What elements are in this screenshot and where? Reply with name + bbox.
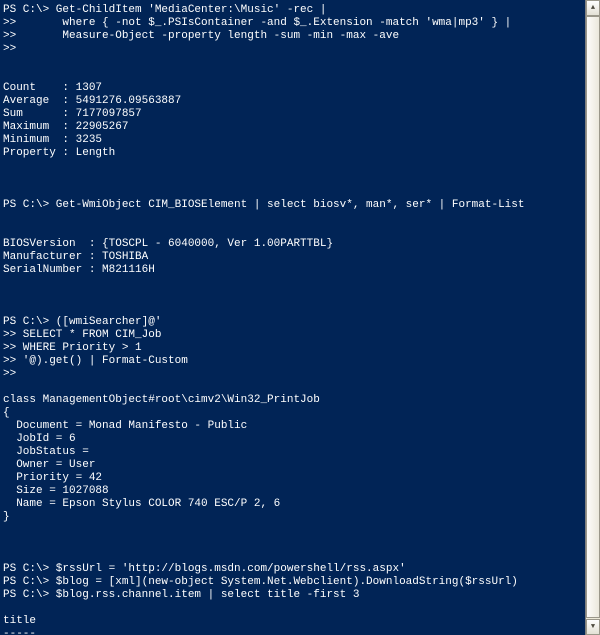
terminal-line: Property : Length bbox=[3, 147, 582, 160]
scroll-up-button[interactable]: ▲ bbox=[586, 0, 600, 16]
terminal-line: Priority = 42 bbox=[3, 472, 582, 485]
terminal-line: PS C:\> $rssUrl = 'http://blogs.msdn.com… bbox=[3, 563, 582, 576]
terminal-line bbox=[3, 69, 582, 82]
terminal-line bbox=[3, 277, 582, 290]
terminal-line: Name = Epson Stylus COLOR 740 ESC/P 2, 6 bbox=[3, 498, 582, 511]
terminal-line: PS C:\> Get-WmiObject CIM_BIOSElement | … bbox=[3, 199, 582, 212]
terminal-line: { bbox=[3, 407, 582, 420]
terminal-output: PS C:\> Get-ChildItem 'MediaCenter:\Musi… bbox=[3, 4, 582, 635]
terminal-line: JobId = 6 bbox=[3, 433, 582, 446]
terminal-line bbox=[3, 212, 582, 225]
terminal-line: Minimum : 3235 bbox=[3, 134, 582, 147]
terminal-line: >> bbox=[3, 368, 582, 381]
terminal-line: Document = Monad Manifesto - Public bbox=[3, 420, 582, 433]
scrollbar-thumb[interactable] bbox=[586, 16, 600, 618]
terminal-line: >> '@).get() | Format-Custom bbox=[3, 355, 582, 368]
terminal-line: SerialNumber : M821116H bbox=[3, 264, 582, 277]
terminal-line: >> bbox=[3, 43, 582, 56]
terminal-line: Owner = User bbox=[3, 459, 582, 472]
terminal-line bbox=[3, 524, 582, 537]
terminal-line bbox=[3, 160, 582, 173]
terminal-line bbox=[3, 381, 582, 394]
terminal-line: Sum : 7177097857 bbox=[3, 108, 582, 121]
terminal-line: } bbox=[3, 511, 582, 524]
terminal-line: PS C:\> Get-ChildItem 'MediaCenter:\Musi… bbox=[3, 4, 582, 17]
terminal-line bbox=[3, 537, 582, 550]
chevron-down-icon: ▼ bbox=[591, 623, 595, 631]
vertical-scrollbar[interactable]: ▲ ▼ bbox=[585, 0, 600, 635]
chevron-up-icon: ▲ bbox=[591, 4, 595, 12]
terminal-line: JobStatus = bbox=[3, 446, 582, 459]
scroll-down-button[interactable]: ▼ bbox=[586, 619, 600, 635]
terminal-line: BIOSVersion : {TOSCPL - 6040000, Ver 1.0… bbox=[3, 238, 582, 251]
terminal-line bbox=[3, 550, 582, 563]
terminal-line bbox=[3, 173, 582, 186]
terminal-line: Average : 5491276.09563887 bbox=[3, 95, 582, 108]
terminal-line: title bbox=[3, 615, 582, 628]
terminal-line bbox=[3, 602, 582, 615]
terminal-line bbox=[3, 303, 582, 316]
terminal-line: >> WHERE Priority > 1 bbox=[3, 342, 582, 355]
terminal-line: Size = 1027088 bbox=[3, 485, 582, 498]
terminal-line: >> Measure-Object -property length -sum … bbox=[3, 30, 582, 43]
terminal-line bbox=[3, 225, 582, 238]
powershell-console[interactable]: PS C:\> Get-ChildItem 'MediaCenter:\Musi… bbox=[0, 0, 585, 635]
terminal-line: Manufacturer : TOSHIBA bbox=[3, 251, 582, 264]
terminal-line: class ManagementObject#root\cimv2\Win32_… bbox=[3, 394, 582, 407]
terminal-line: ----- bbox=[3, 628, 582, 635]
terminal-line bbox=[3, 56, 582, 69]
terminal-line bbox=[3, 290, 582, 303]
terminal-line: >> SELECT * FROM CIM_Job bbox=[3, 329, 582, 342]
terminal-line: Count : 1307 bbox=[3, 82, 582, 95]
terminal-line: PS C:\> $blog.rss.channel.item | select … bbox=[3, 589, 582, 602]
terminal-line: PS C:\> ([wmiSearcher]@' bbox=[3, 316, 582, 329]
terminal-line: >> where { -not $_.PSIsContainer -and $_… bbox=[3, 17, 582, 30]
terminal-line: PS C:\> $blog = [xml](new-object System.… bbox=[3, 576, 582, 589]
terminal-line bbox=[3, 186, 582, 199]
terminal-line: Maximum : 22905267 bbox=[3, 121, 582, 134]
